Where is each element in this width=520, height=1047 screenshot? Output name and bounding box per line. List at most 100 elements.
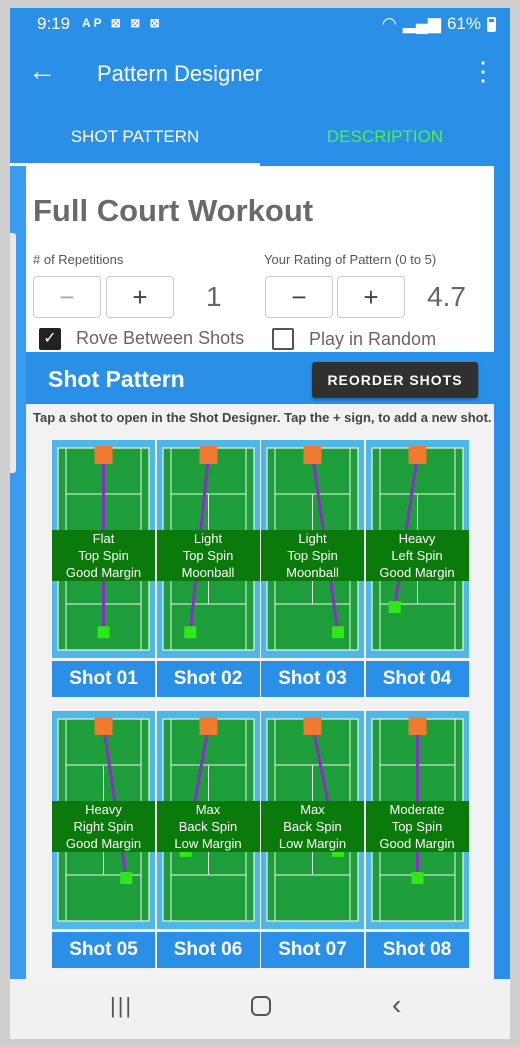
reorder-shots-button[interactable]: REORDER SHOTS [312,362,478,398]
reps-decrement-button[interactable]: − [33,276,101,318]
nav-back-icon[interactable]: ‹ [392,989,401,1021]
shot-tile[interactable]: Light Top Spin Moonball Shot 02 [156,440,260,700]
system-nav-bar: ||| ‹ [10,979,510,1039]
shot-info-band: Light Top Spin Moonball [261,530,364,581]
shot-target-marker [183,626,196,639]
shot-info-line: Good Margin [379,565,455,580]
random-checkbox-row[interactable]: Play in Random Order [272,328,469,352]
shot-origin-marker [408,446,426,464]
shot-label[interactable]: Shot 02 [156,661,260,697]
system-icons: ◠ ▂▄▆ 61% [382,14,496,34]
shot-target-marker [331,626,344,639]
shot-origin-marker [94,446,113,464]
section-title: Shot Pattern [48,366,185,392]
shot-label[interactable]: Shot 03 [261,661,364,697]
rove-checkbox-row[interactable]: ✓ Rove Between Shots [39,328,244,350]
shot-tile[interactable]: Max Back Spin Low Margin Shot 07 [261,711,364,971]
shot-origin-marker [199,717,217,735]
tab-bar: SHOT PATTERN DESCRIPTION [10,108,510,166]
shot-info-line: Low Margin [174,836,242,851]
shot-label[interactable]: Shot 05 [52,932,155,968]
shot-origin-marker [94,717,113,735]
shot-info-band: Max Back Spin Low Margin [156,801,260,852]
shot-info-line: Left Spin [391,548,443,563]
shot-info-line: Moderate [389,802,445,817]
shot-label[interactable]: Shot 07 [261,932,364,968]
shot-info-band: Heavy Right Spin Good Margin [52,801,155,852]
page-title: Pattern Designer [97,61,263,86]
shot-origin-marker [303,446,322,464]
rove-checkbox[interactable]: ✓ [39,328,61,350]
workout-title[interactable]: Full Court Workout [33,193,313,229]
random-checkbox[interactable] [272,328,294,350]
shot-info-line: Top Spin [287,548,338,563]
arrow-back-icon[interactable]: ← [28,56,56,86]
battery-icon [487,16,496,32]
shot-info-band: Flat Top Spin Good Margin [52,530,155,581]
shot-label[interactable]: Shot 04 [365,661,469,697]
home-icon[interactable] [251,996,271,1016]
shot-info-line: Light [193,531,223,546]
instructions-text: Tap a shot to open in the Shot Designer.… [33,410,492,425]
shot-target-marker [411,872,423,885]
shot-pattern-header: Shot Pattern REORDER SHOTS [26,352,494,404]
shot-tile[interactable]: Light Top Spin Moonball Shot 03 [261,440,364,700]
shot-origin-marker [408,717,426,735]
shot-info-band: Moderate Top Spin Good Margin [365,801,469,852]
rating-increment-button[interactable]: + [337,276,405,318]
shot-tile[interactable]: Moderate Top Spin Good Margin Shot 08 [365,711,469,971]
wifi-icon: ◠ [381,14,397,33]
shot-info-line: Max [300,802,325,817]
shot-info-line: Low Margin [278,836,347,851]
recents-icon[interactable]: ||| [110,993,133,1019]
shot-info-line: Light [298,531,327,546]
reps-increment-button[interactable]: + [106,276,174,318]
rating-label: Your Rating of Pattern (0 to 5) [264,252,437,267]
battery-percent: 61% [446,14,481,33]
shot-origin-marker [199,446,217,464]
shot-label[interactable]: Shot 08 [365,932,469,968]
shot-info-line: Heavy [398,531,436,546]
shot-label[interactable]: Shot 06 [156,932,260,968]
pattern-area: Tap a shot to open in the Shot Designer.… [26,404,494,1039]
shot-info-line: Max [195,802,221,817]
shot-info-line: Good Margin [379,836,455,851]
shot-info-line: Top Spin [78,548,129,563]
shot-origin-marker [303,717,322,735]
shot-info-line: Moonball [286,565,339,580]
shot-tile[interactable]: Heavy Left Spin Good Margin Shot 04 [365,440,469,700]
status-time: 9:19 [37,14,71,33]
notification-icons: AP ⊠ ⊠ ⊠ [82,16,163,30]
shot-target-marker [388,601,401,614]
shot-info-line: Heavy [85,802,122,817]
status-bar: 9:19 AP ⊠ ⊠ ⊠ ◠ ▂▄▆ 61% [10,8,510,40]
shot-info-line: Moonball [181,565,235,580]
shot-tile[interactable]: Flat Top Spin Good Margin Shot 01 [52,440,155,700]
shot-info-line: Back Spin [283,819,342,834]
shot-info-band: Light Top Spin Moonball [156,530,260,581]
rating-value: 4.7 [427,281,466,312]
repetitions-value: 1 [206,281,222,312]
shot-info-band: Max Back Spin Low Margin [261,801,364,852]
shot-info-line: Back Spin [178,819,238,834]
shot-info-line: Flat [92,531,115,546]
shot-info-line: Good Margin [65,836,142,851]
tab-description[interactable]: DESCRIPTION [260,108,510,166]
app-bar: ← Pattern Designer ⋮ [10,40,510,108]
more-vert-icon[interactable]: ⋮ [470,56,496,86]
shot-info-line: Top Spin [391,819,443,834]
shot-info-line: Right Spin [73,819,134,834]
shot-tile[interactable]: Heavy Right Spin Good Margin Shot 05 [52,711,155,971]
rating-decrement-button[interactable]: − [265,276,333,318]
shot-tile[interactable]: Max Back Spin Low Margin Shot 06 [156,711,260,971]
workout-card: Full Court Workout # of Repetitions Your… [26,166,494,352]
random-label: Play in Random Order [309,329,437,352]
shot-info-line: Good Margin [65,565,142,580]
tab-shot-pattern[interactable]: SHOT PATTERN [10,108,260,166]
shot-target-marker [120,872,133,885]
phone-screen: 9:19 AP ⊠ ⊠ ⊠ ◠ ▂▄▆ 61% ← Pattern Design… [10,8,510,1039]
rove-label: Rove Between Shots [76,328,245,348]
shot-info-band: Heavy Left Spin Good Margin [365,530,469,581]
shot-label[interactable]: Shot 01 [52,661,155,697]
edge-panel-handle[interactable] [10,233,16,473]
